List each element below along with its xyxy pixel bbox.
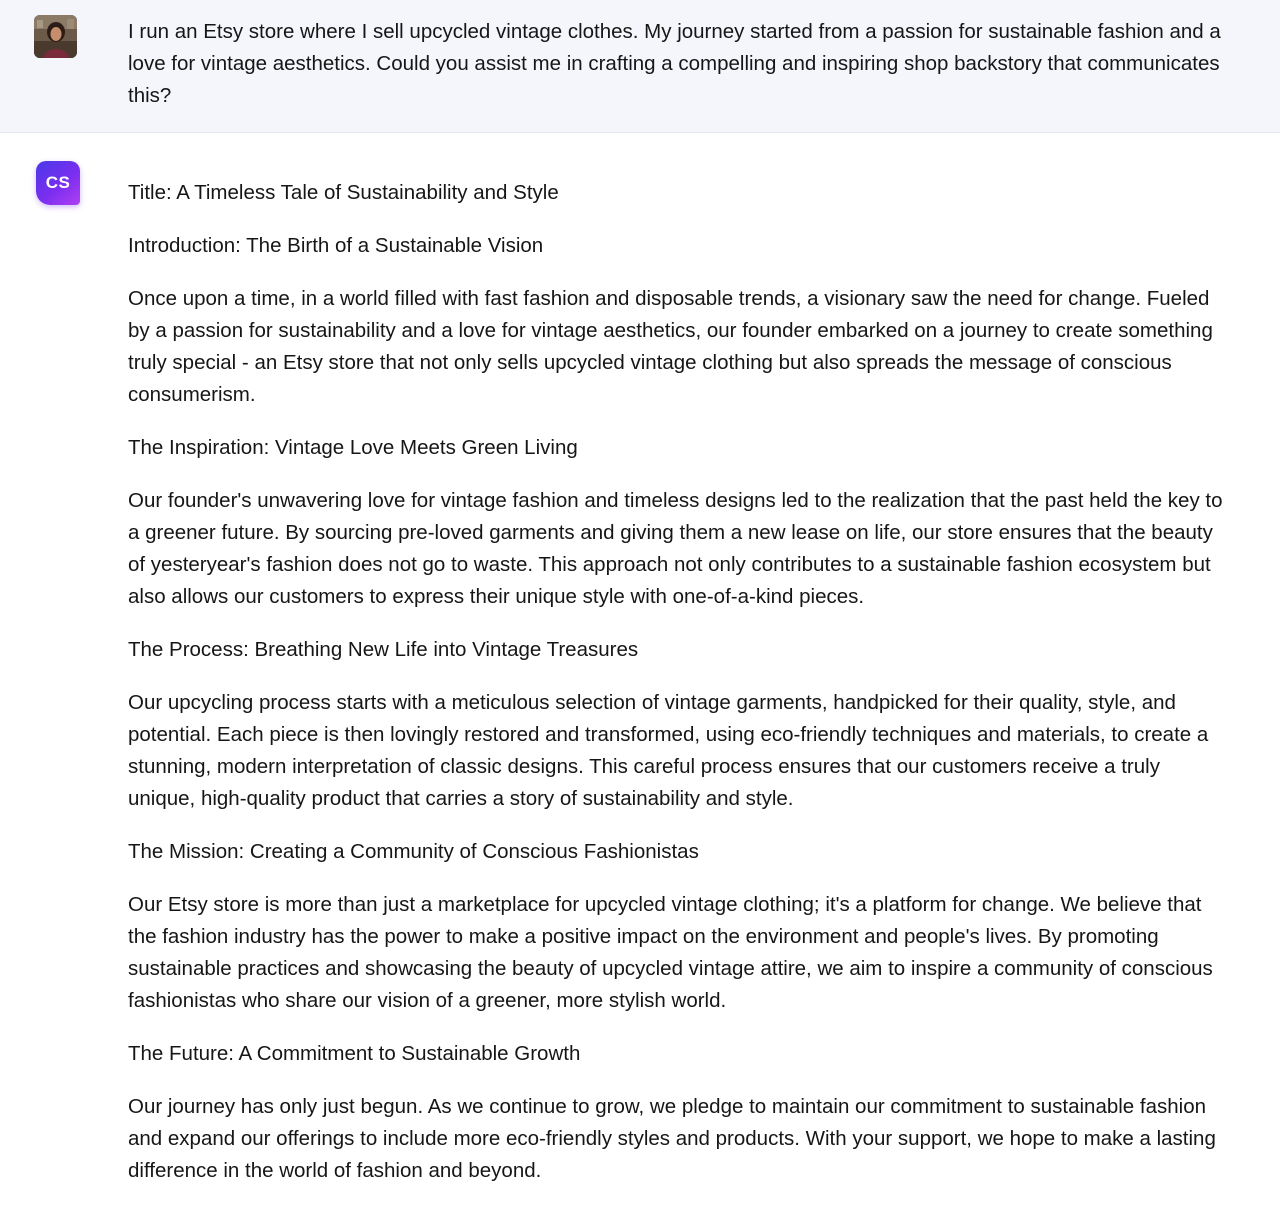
section-heading: The Future: A Commitment to Sustainable … xyxy=(128,1042,581,1065)
section-paragraph: Our upcycling process starts with a meti… xyxy=(128,691,1209,810)
user-avatar xyxy=(34,15,77,58)
user-photo-avatar-icon xyxy=(34,15,77,58)
assistant-avatar-label: CS xyxy=(45,173,71,192)
section-heading: The Mission: Creating a Community of Con… xyxy=(128,840,699,863)
user-message: I run an Etsy store where I sell upcycle… xyxy=(0,0,1280,133)
section-heading: The Process: Breathing New Life into Vin… xyxy=(128,638,639,661)
section-heading: Introduction: The Birth of a Sustainable… xyxy=(128,234,544,257)
section-paragraph: Our Etsy store is more than just a marke… xyxy=(128,893,1213,1012)
section-paragraph: Our journey has only just begun. As we c… xyxy=(128,1095,1216,1182)
user-message-text: I run an Etsy store where I sell upcycle… xyxy=(128,20,1221,107)
assistant-message-body: Title: A Timeless Tale of Sustainability… xyxy=(128,177,1228,1206)
assistant-avatar: CS xyxy=(36,161,80,205)
response-title: Title: A Timeless Tale of Sustainability… xyxy=(128,181,559,204)
section-paragraph: Our founder's unwavering love for vintag… xyxy=(128,489,1223,608)
assistant-message: CS Title: A Timeless Tale of Sustainabil… xyxy=(0,133,1280,1206)
section-paragraph: Once upon a time, in a world filled with… xyxy=(128,287,1213,406)
section-heading: The Inspiration: Vintage Love Meets Gree… xyxy=(128,436,578,459)
